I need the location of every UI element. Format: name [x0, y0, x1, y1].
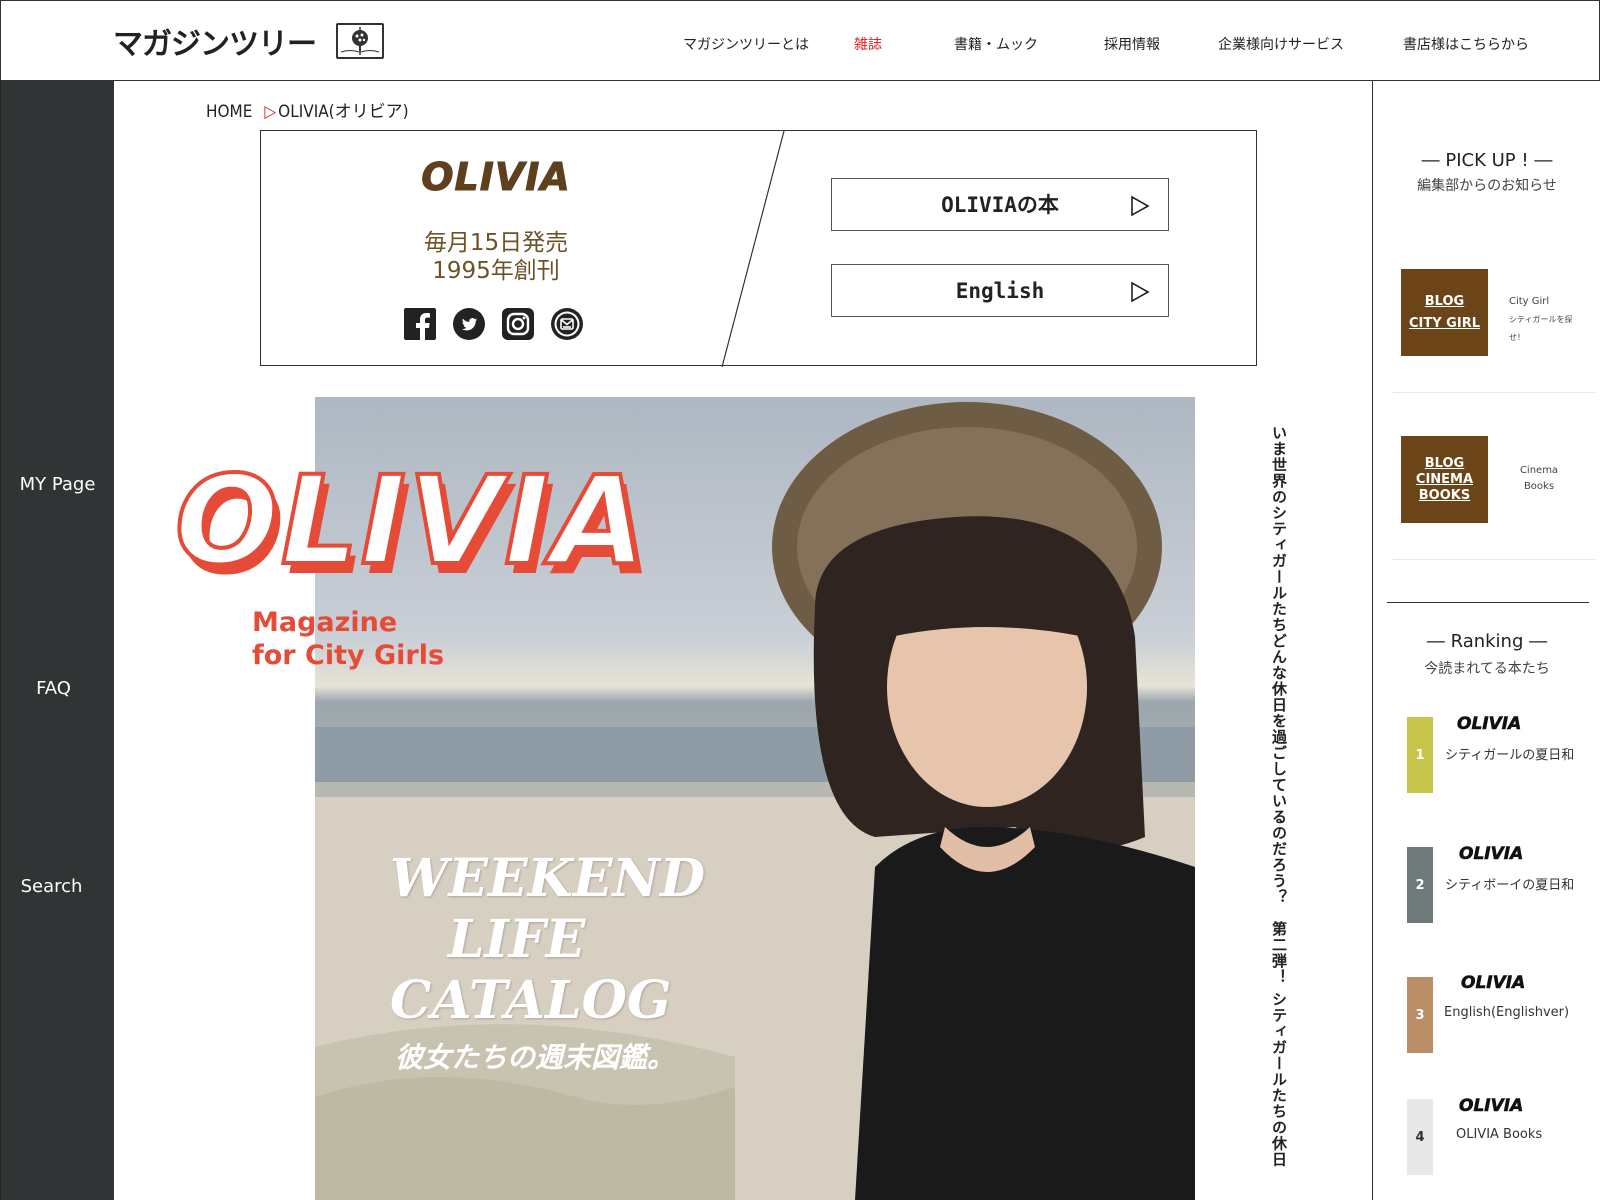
pickup-2-line3: BOOKS — [1418, 487, 1471, 503]
headline-line-3: CATALOG — [390, 970, 672, 1031]
pickup-2-desc2: Books — [1523, 481, 1555, 492]
pickup-divider — [1393, 392, 1595, 393]
olivia-logo-small: OLIVIA — [421, 155, 571, 200]
pickup-1-line2: CITY GIRL — [1409, 315, 1480, 331]
tagline-line-1: Magazine — [252, 607, 398, 638]
pickup-title: ― PICK UP ! ― — [1421, 150, 1553, 171]
play-arrow-icon — [1130, 281, 1150, 307]
rank-1-logo: OLIVIA — [1457, 714, 1522, 735]
rank-3-logo: OLIVIA — [1461, 973, 1526, 994]
play-arrow-icon — [1130, 195, 1150, 221]
pickup-2-line2: CINEMA — [1415, 471, 1474, 487]
cover-tagline: Magazine for City Girls — [252, 606, 444, 672]
nav-recruit[interactable]: 採用情報 — [1104, 34, 1160, 54]
pickup-blog-city-girl[interactable]: BLOG CITY GIRL — [1401, 269, 1488, 356]
rank-1-cover[interactable]: 1 — [1407, 717, 1433, 793]
pickup-2-desc: Cinema Books — [1509, 463, 1569, 495]
pickup-1-desc2: シティガールを探せ！ — [1509, 315, 1573, 342]
right-sidebar: ― PICK UP ! ― 編集部からのお知らせ BLOG CITY GIRL … — [1372, 80, 1600, 1200]
breadcrumb-current: OLIVIA(オリビア) — [278, 102, 409, 122]
section-divider — [1387, 602, 1589, 603]
ranking-subtitle: 今読まれてる本たち — [1424, 661, 1550, 677]
pickup-1-desc: City Girl シティガールを探せ！ — [1509, 293, 1587, 347]
instagram-icon[interactable] — [502, 308, 534, 340]
site-header: マガジンツリー マガジンツリーとは 雑誌 書籍・ムック 採用情報 企業様向けサー… — [0, 0, 1600, 81]
nav-about[interactable]: マガジンツリーとは — [683, 34, 809, 54]
pickup-divider — [1393, 559, 1595, 560]
facebook-icon[interactable] — [404, 308, 436, 340]
english-button[interactable]: English — [831, 264, 1169, 317]
rank-4-cover[interactable]: 4 — [1407, 1099, 1433, 1175]
release-schedule: 毎月15日発売 — [423, 230, 569, 256]
magazine-info-box: OLIVIA 毎月15日発売 1995年創刊 OLIVIAの本 English — [260, 130, 1257, 367]
main-nav: マガジンツリーとは 雑誌 書籍・ムック 採用情報 企業様向けサービス 書店様はこ… — [1, 34, 1599, 54]
twitter-icon[interactable] — [453, 308, 485, 340]
nav-bookstores[interactable]: 書店様はこちらから — [1403, 34, 1529, 54]
pickup-2-line1: BLOG — [1424, 455, 1465, 471]
breadcrumb: HOME ▷ OLIVIA(オリビア) — [206, 97, 409, 122]
rank-2-cover[interactable]: 2 — [1407, 847, 1433, 923]
pickup-1-line1: BLOG — [1424, 293, 1465, 309]
breadcrumb-home[interactable]: HOME — [206, 102, 252, 122]
rank-1-title[interactable]: シティガールの夏日和 — [1445, 744, 1574, 763]
pickup-blog-cinema-books[interactable]: BLOG CINEMA BOOKS — [1401, 436, 1488, 523]
rank-2-title[interactable]: シティボーイの夏日和 — [1445, 874, 1574, 893]
pickup-1-desc1: City Girl — [1509, 296, 1550, 307]
pickup-2-desc1: Cinema — [1519, 465, 1559, 476]
social-links — [404, 308, 583, 340]
mail-icon[interactable] — [551, 308, 583, 340]
left-sidebar: MY Page FAQ Search — [0, 80, 114, 1200]
pickup-subtitle: 編集部からのお知らせ — [1417, 178, 1557, 194]
release-info: 毎月15日発売 1995年創刊 — [381, 229, 611, 285]
sidebar-item-my-page[interactable]: MY Page — [1, 474, 114, 495]
sidebar-item-faq[interactable]: FAQ — [0, 678, 110, 699]
rank-4-logo: OLIVIA — [1459, 1096, 1524, 1117]
vertical-lead-copy: いま世界のシティガールたちどんな休日を過ごしているのだろう？ 第二弾！ シティガ… — [1270, 425, 1288, 1168]
founded-year: 1995年創刊 — [432, 258, 560, 284]
headline-line-2: LIFE — [448, 909, 586, 970]
headline-line-1: WEEKEND — [390, 848, 706, 909]
tagline-line-2: for City Girls — [252, 640, 445, 671]
olivia-cover-logo: OLIVIA — [173, 448, 649, 594]
nav-corporate-services[interactable]: 企業様向けサービス — [1218, 34, 1344, 54]
nav-magazines[interactable]: 雑誌 — [854, 34, 882, 54]
rank-3-title[interactable]: English(Englishver) — [1444, 1005, 1569, 1020]
cover-headline: WEEKEND LIFE CATALOG — [390, 848, 705, 1031]
rank-3-cover[interactable]: 3 — [1407, 977, 1433, 1053]
cover-subtitle: 彼女たちの週末図鑑。 — [395, 1041, 676, 1074]
olivia-books-label: OLIVIAの本 — [941, 193, 1059, 217]
ranking-title: ― Ranking ― — [1426, 631, 1548, 652]
sidebar-item-search[interactable]: Search — [0, 876, 108, 897]
breadcrumb-arrow-icon: ▷ — [264, 102, 277, 122]
english-label: English — [955, 279, 1045, 303]
rank-2-logo: OLIVIA — [1459, 844, 1524, 865]
rank-4-title[interactable]: OLIVIA Books — [1456, 1127, 1542, 1142]
olivia-books-button[interactable]: OLIVIAの本 — [831, 178, 1169, 231]
nav-books-mooks[interactable]: 書籍・ムック — [954, 34, 1038, 54]
